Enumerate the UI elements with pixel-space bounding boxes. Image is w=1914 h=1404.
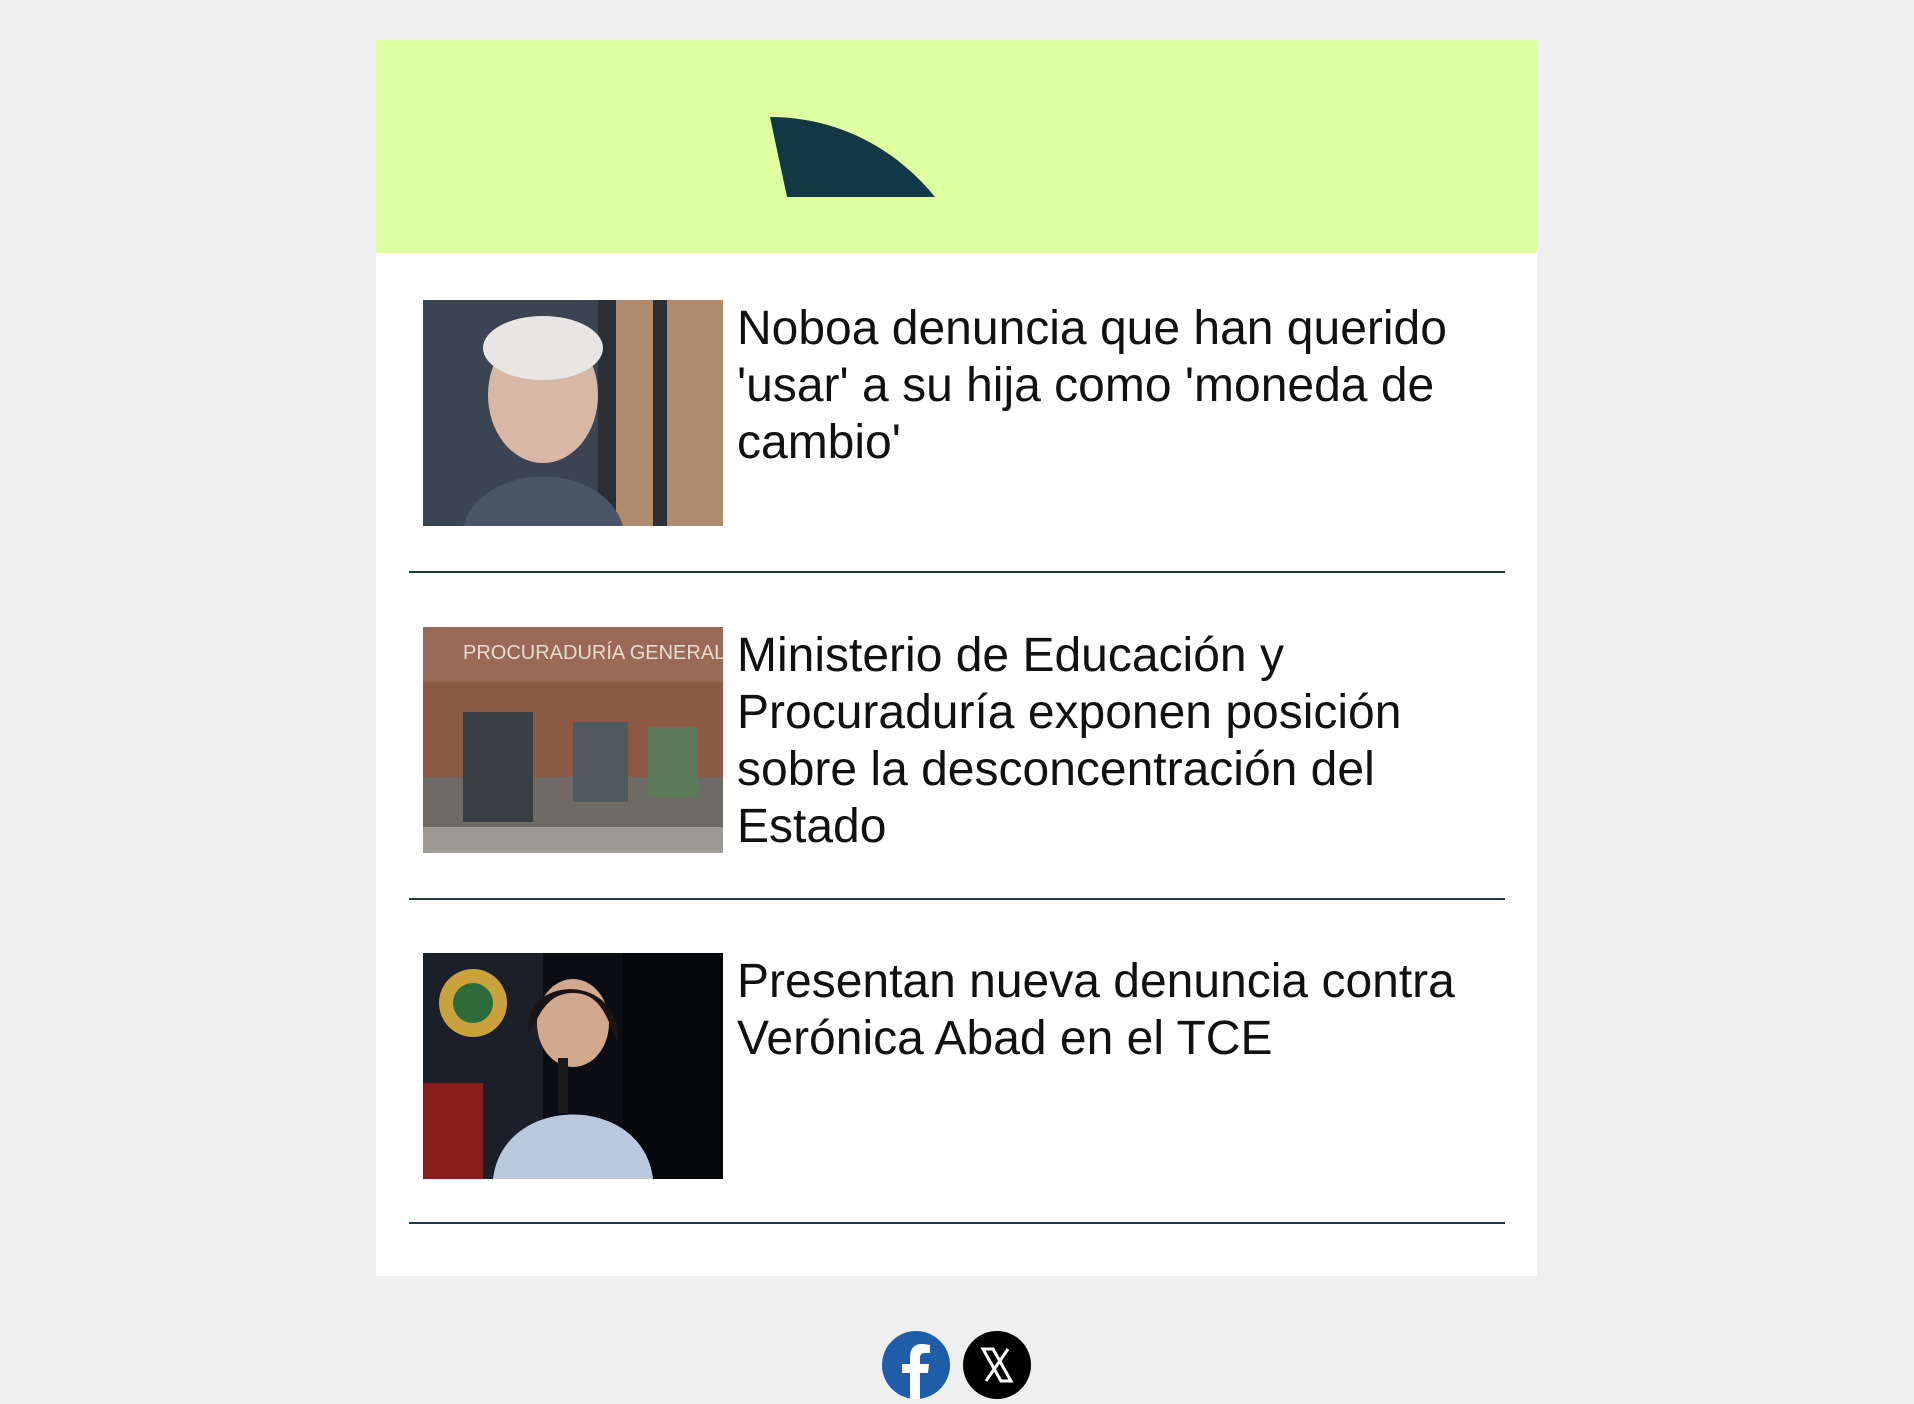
- news-item[interactable]: PROCURADURÍA GENERAL DEL ESTADO Minister…: [409, 627, 1505, 857]
- svg-text:PROCURADURÍA GENERAL DEL ESTAD: PROCURADURÍA GENERAL DEL ESTADO: [463, 641, 723, 664]
- news-item[interactable]: Presentan nueva denuncia contra Verónica…: [409, 953, 1505, 1183]
- news-title[interactable]: Ministerio de Educación y Procuraduría e…: [737, 627, 1497, 855]
- news-title[interactable]: Presentan nueva denuncia contra Verónica…: [737, 953, 1497, 1067]
- divider: [409, 571, 1505, 573]
- facebook-icon[interactable]: [882, 1331, 950, 1399]
- news-photo-building-facade[interactable]: PROCURADURÍA GENERAL DEL ESTADO: [423, 627, 723, 853]
- newsletter-container: Noboa denuncia que han querido 'usar' a …: [376, 40, 1537, 1276]
- news-item[interactable]: Noboa denuncia que han querido 'usar' a …: [409, 300, 1505, 530]
- divider: [409, 1222, 1505, 1224]
- newsletter-header: [376, 40, 1537, 253]
- divider: [409, 898, 1505, 900]
- news-photo-man-portrait[interactable]: [423, 300, 723, 526]
- x-icon[interactable]: [963, 1331, 1031, 1399]
- half-arc-logo-icon[interactable]: [770, 117, 940, 197]
- news-photo-woman-speaking[interactable]: [423, 953, 723, 1179]
- news-title[interactable]: Noboa denuncia que han querido 'usar' a …: [737, 300, 1497, 471]
- social-links: [882, 1331, 1032, 1401]
